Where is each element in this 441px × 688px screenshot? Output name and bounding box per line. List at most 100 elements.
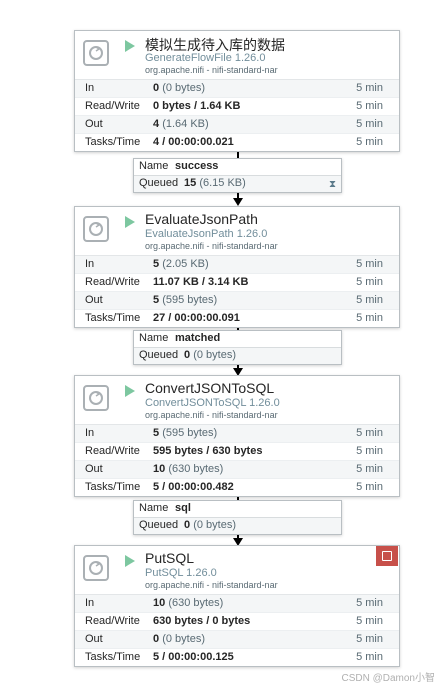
- stat-label: Read/Write: [85, 100, 140, 112]
- stat-row-in: In 5 (595 bytes) 5 min: [75, 425, 399, 442]
- watermark: CSDN @Damon小智: [341, 673, 435, 684]
- processor-bundle: org.apache.nifi - nifi-standard-nar: [145, 65, 278, 75]
- stat-count: 10: [153, 597, 166, 609]
- queued-label: Queued: [139, 349, 179, 361]
- stat-time: 5 min: [356, 445, 383, 457]
- connection-name: success: [175, 160, 219, 172]
- processor-icon: [83, 555, 109, 581]
- stat-label: Out: [85, 294, 103, 306]
- stat-size: (0 bytes): [162, 633, 205, 645]
- stat-size: (0 bytes): [162, 82, 205, 94]
- connection-queued-row: Queued 0 (0 bytes): [134, 347, 341, 364]
- stat-time: 5 min: [356, 258, 383, 270]
- nifi-canvas[interactable]: 模拟生成待入库的数据 GenerateFlowFile 1.26.0 org.a…: [0, 0, 441, 688]
- processor-header[interactable]: PutSQL PutSQL 1.26.0 org.apache.nifi - n…: [75, 546, 399, 595]
- stat-label: Read/Write: [85, 445, 140, 457]
- running-icon: [125, 40, 135, 52]
- stat-row-readwrite: Read/Write 11.07 KB / 3.14 KB 5 min: [75, 273, 399, 291]
- processor-type: GenerateFlowFile 1.26.0: [145, 52, 266, 64]
- connection-label-sql[interactable]: Name sql Queued 0 (0 bytes): [133, 500, 342, 535]
- processor-stats: In 5 (2.05 KB) 5 min Read/Write 11.07 KB / …: [75, 256, 399, 327]
- connection-name: sql: [175, 502, 191, 514]
- stat-row-out: Out 10 (630 bytes) 5 min: [75, 460, 399, 478]
- stat-row-tasks: Tasks/Time 5 / 00:00:00.482 5 min: [75, 478, 399, 496]
- stat-row-readwrite: Read/Write 0 bytes / 1.64 KB 5 min: [75, 97, 399, 115]
- stat-time: 5 min: [356, 294, 383, 306]
- queued-value: 0 (0 bytes): [184, 519, 236, 531]
- processor-stats: In 5 (595 bytes) 5 min Read/Write 595 bytes…: [75, 425, 399, 496]
- queued-value: 0 (0 bytes): [184, 349, 236, 361]
- stat-value: 0 (0 bytes): [153, 633, 205, 645]
- processor-generateflowfile[interactable]: 模拟生成待入库的数据 GenerateFlowFile 1.26.0 org.a…: [74, 30, 400, 152]
- stat-value: 595 bytes / 630 bytes: [153, 445, 262, 457]
- processor-type: ConvertJSONToSQL 1.26.0: [145, 397, 280, 409]
- stat-label: Tasks/Time: [85, 651, 141, 663]
- stat-row-readwrite: Read/Write 595 bytes / 630 bytes 5 min: [75, 442, 399, 460]
- stat-label: Read/Write: [85, 276, 140, 288]
- stat-count: 0: [153, 633, 160, 645]
- bulletin-icon[interactable]: [376, 546, 398, 566]
- stat-time: 5 min: [356, 118, 383, 130]
- queued-value: 15 (6.15 KB): [184, 177, 246, 189]
- stat-value: 5 / 00:00:00.482: [153, 481, 234, 493]
- processor-bundle: org.apache.nifi - nifi-standard-nar: [145, 241, 278, 251]
- stat-label: In: [85, 258, 95, 270]
- stat-label: In: [85, 597, 95, 609]
- stat-count: 5 / 00:00:00.482: [153, 481, 234, 493]
- connection-name: matched: [175, 332, 221, 344]
- processor-stats: In 10 (630 bytes) 5 min Read/Write 630 byte…: [75, 595, 399, 666]
- stat-time: 5 min: [356, 633, 383, 645]
- stat-count: 595 bytes / 630 bytes: [153, 445, 263, 457]
- stat-time: 5 min: [356, 136, 383, 148]
- stat-value: 5 (595 bytes): [153, 294, 217, 306]
- connection-name-label: Name: [139, 332, 169, 344]
- stat-size: (630 bytes): [168, 597, 224, 609]
- stat-label: Tasks/Time: [85, 312, 141, 324]
- stat-time: 5 min: [356, 82, 383, 94]
- processor-icon: [83, 216, 109, 242]
- processor-type: PutSQL 1.26.0: [145, 567, 217, 579]
- hourglass-icon: ⧗: [328, 179, 336, 190]
- stat-row-readwrite: Read/Write 630 bytes / 0 bytes 5 min: [75, 612, 399, 630]
- connection-name-label: Name: [139, 502, 169, 514]
- processor-name: EvaluateJsonPath: [145, 211, 258, 227]
- stat-row-in: In 10 (630 bytes) 5 min: [75, 595, 399, 612]
- connection-label-success[interactable]: Name success Queued 15 (6.15 KB) ⧗: [133, 158, 342, 193]
- queued-size: (0 bytes): [193, 349, 236, 361]
- stat-value: 0 bytes / 1.64 KB: [153, 100, 240, 112]
- stat-value: 5 / 00:00:00.125: [153, 651, 234, 663]
- stat-count: 4 / 00:00:00.021: [153, 136, 234, 148]
- stat-count: 5 / 00:00:00.125: [153, 651, 234, 663]
- stat-value: 4 (1.64 KB): [153, 118, 209, 130]
- stat-value: 27 / 00:00:00.091: [153, 312, 240, 324]
- queued-label: Queued: [139, 177, 179, 189]
- stat-label: Read/Write: [85, 615, 140, 627]
- stat-size: (595 bytes): [162, 427, 218, 439]
- processor-header[interactable]: 模拟生成待入库的数据 GenerateFlowFile 1.26.0 org.a…: [75, 31, 399, 80]
- processor-putsql[interactable]: PutSQL PutSQL 1.26.0 org.apache.nifi - n…: [74, 545, 400, 667]
- queued-label: Queued: [139, 519, 179, 531]
- stat-size: (2.05 KB): [162, 258, 209, 270]
- processor-name: ConvertJSONToSQL: [145, 380, 275, 396]
- processor-convertjsontosql[interactable]: ConvertJSONToSQL ConvertJSONToSQL 1.26.0…: [74, 375, 400, 497]
- stat-value: 10 (630 bytes): [153, 597, 223, 609]
- processor-header[interactable]: ConvertJSONToSQL ConvertJSONToSQL 1.26.0…: [75, 376, 399, 425]
- processor-evaluatejsonpath[interactable]: EvaluateJsonPath EvaluateJsonPath 1.26.0…: [74, 206, 400, 328]
- processor-header[interactable]: EvaluateJsonPath EvaluateJsonPath 1.26.0…: [75, 207, 399, 256]
- processor-icon: [83, 385, 109, 411]
- stat-value: 4 / 00:00:00.021: [153, 136, 234, 148]
- running-icon: [125, 555, 135, 567]
- running-icon: [125, 385, 135, 397]
- stat-count: 5: [153, 258, 160, 270]
- stat-label: In: [85, 427, 95, 439]
- stat-value: 630 bytes / 0 bytes: [153, 615, 250, 627]
- connection-name-label: Name: [139, 160, 169, 172]
- stat-row-out: Out 5 (595 bytes) 5 min: [75, 291, 399, 309]
- connection-label-matched[interactable]: Name matched Queued 0 (0 bytes): [133, 330, 342, 365]
- stat-value: 10 (630 bytes): [153, 463, 223, 475]
- stat-count: 4: [153, 118, 160, 130]
- stat-count: 5: [153, 427, 160, 439]
- stat-value: 11.07 KB / 3.14 KB: [153, 276, 248, 288]
- bulletin-glyph: [382, 551, 392, 561]
- stat-time: 5 min: [356, 597, 383, 609]
